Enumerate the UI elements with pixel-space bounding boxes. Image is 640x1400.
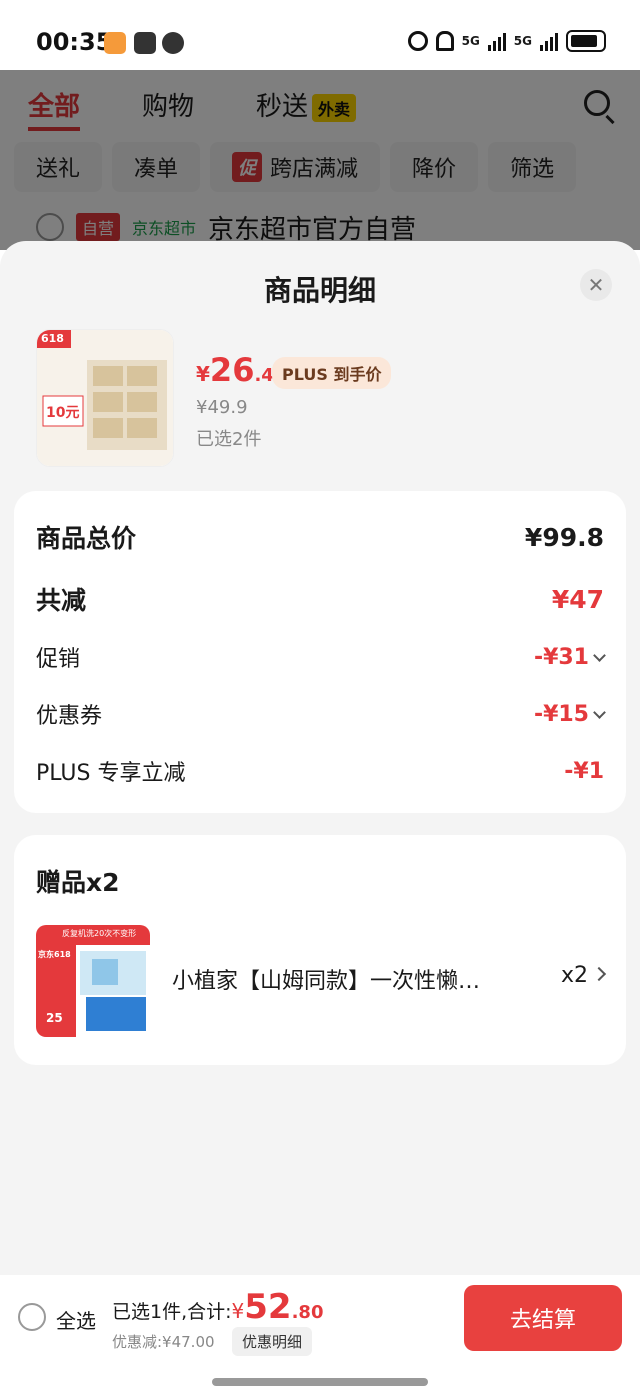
reduce-row: 共减 ¥47: [36, 581, 604, 617]
select-all-label[interactable]: 全选: [56, 1305, 96, 1334]
plus-label: PLUS 专享立减: [36, 761, 186, 786]
plus-value: -¥1: [564, 758, 604, 784]
coupon-value-wrap[interactable]: -¥15: [533, 701, 606, 727]
gift-quantity: x2: [560, 963, 588, 988]
dim-overlay[interactable]: [0, 70, 640, 250]
network-label-1: 5G: [461, 34, 480, 48]
promo-label: 促销: [36, 647, 81, 672]
signal-icon-1: [487, 31, 506, 51]
network-label-2: 5G: [513, 34, 532, 48]
status-bar: 00:35 5G 5G: [0, 0, 640, 70]
product-image[interactable]: 618 10元: [36, 329, 174, 467]
alarm-icon: [407, 31, 428, 51]
gift-card: 赠品x2 反复机洗20次不变形 京东618 25 小植家【山姆同款】一次性懒人抹…: [14, 835, 626, 1065]
gift-img-top-text: 反复机洗20次不变形: [62, 929, 137, 938]
select-all-checkbox[interactable]: [18, 1303, 46, 1331]
gift-img-price: 25: [46, 1011, 63, 1025]
summary-int: 52: [244, 1287, 292, 1327]
chevron-down-icon: [593, 648, 606, 662]
reduce-label: 共减: [36, 586, 87, 615]
home-indicator[interactable]: [212, 1378, 428, 1386]
price-dec: .4: [254, 365, 274, 386]
promo-value-wrap[interactable]: -¥31: [533, 644, 606, 670]
discount-text: 优惠减:¥47.00: [112, 1333, 215, 1351]
discount-detail-button[interactable]: 优惠明细: [232, 1327, 313, 1356]
selected-count: 已选2件: [196, 429, 262, 450]
coupon-row[interactable]: 优惠券 -¥15: [36, 698, 606, 730]
gift-img-618: 京东618: [38, 950, 71, 959]
detail-sheet: 商品明细 ✕ 618 10元 ¥26.4 PLUS 到手价 ¥49.9 已选2件…: [0, 241, 640, 1400]
gift-image[interactable]: 反复机洗20次不变形 京东618 25: [36, 925, 150, 1037]
total-value: ¥99.8: [524, 522, 604, 552]
checkout-bar: 全选 已选1件,合计:¥52.80 优惠减:¥47.00 优惠明细 去结算: [0, 1275, 640, 1400]
total-label: 商品总价: [36, 524, 137, 553]
plus-row: PLUS 专享立减 -¥1: [36, 755, 604, 787]
wechat-icon: [162, 32, 184, 54]
summary-yen: ¥: [231, 1299, 245, 1323]
battery-icon: [566, 30, 606, 52]
mute-icon: [435, 31, 454, 51]
gift-name[interactable]: 小植家【山姆同款】一次性懒人抹布: [172, 963, 502, 995]
upload-icon: [134, 32, 156, 54]
price-int: 26: [209, 351, 255, 389]
plus-price-tag: PLUS 到手价: [272, 357, 392, 389]
product-img-618: 618: [41, 332, 64, 345]
promo-value: -¥31: [533, 644, 589, 670]
reduce-value: ¥47: [551, 584, 604, 614]
close-button[interactable]: ✕: [580, 269, 612, 301]
total-summary: 已选1件,合计:¥52.80: [112, 1287, 323, 1327]
price-summary-card: 商品总价 ¥99.8 共减 ¥47 促销 -¥31 优惠券 -¥15 PLUS …: [14, 491, 626, 813]
summary-prefix: 已选1件,合计:: [112, 1301, 232, 1323]
signal-icon-2: [540, 31, 558, 51]
original-price: ¥49.9: [196, 397, 248, 418]
chevron-right-icon[interactable]: [591, 966, 607, 982]
total-row: 商品总价 ¥99.8: [36, 519, 604, 555]
promo-row[interactable]: 促销 -¥31: [36, 641, 606, 673]
coupon-value: -¥15: [533, 701, 589, 727]
gift-title: 赠品x2: [36, 868, 120, 897]
status-time: 00:35: [36, 28, 113, 56]
app-notify-icon: [104, 32, 126, 54]
status-right: 5G 5G: [407, 30, 606, 52]
summary-dec: .80: [291, 1302, 324, 1323]
product-img-promo: 10元: [46, 405, 80, 421]
coupon-label: 优惠券: [36, 704, 103, 729]
sheet-title: 商品明细: [263, 274, 376, 307]
checkout-button[interactable]: 去结算: [464, 1285, 622, 1351]
chevron-down-icon: [593, 705, 606, 719]
price-yen: ¥: [196, 362, 210, 386]
product-price: ¥26.4: [196, 351, 274, 389]
tissue-pack-icon: [37, 330, 173, 466]
